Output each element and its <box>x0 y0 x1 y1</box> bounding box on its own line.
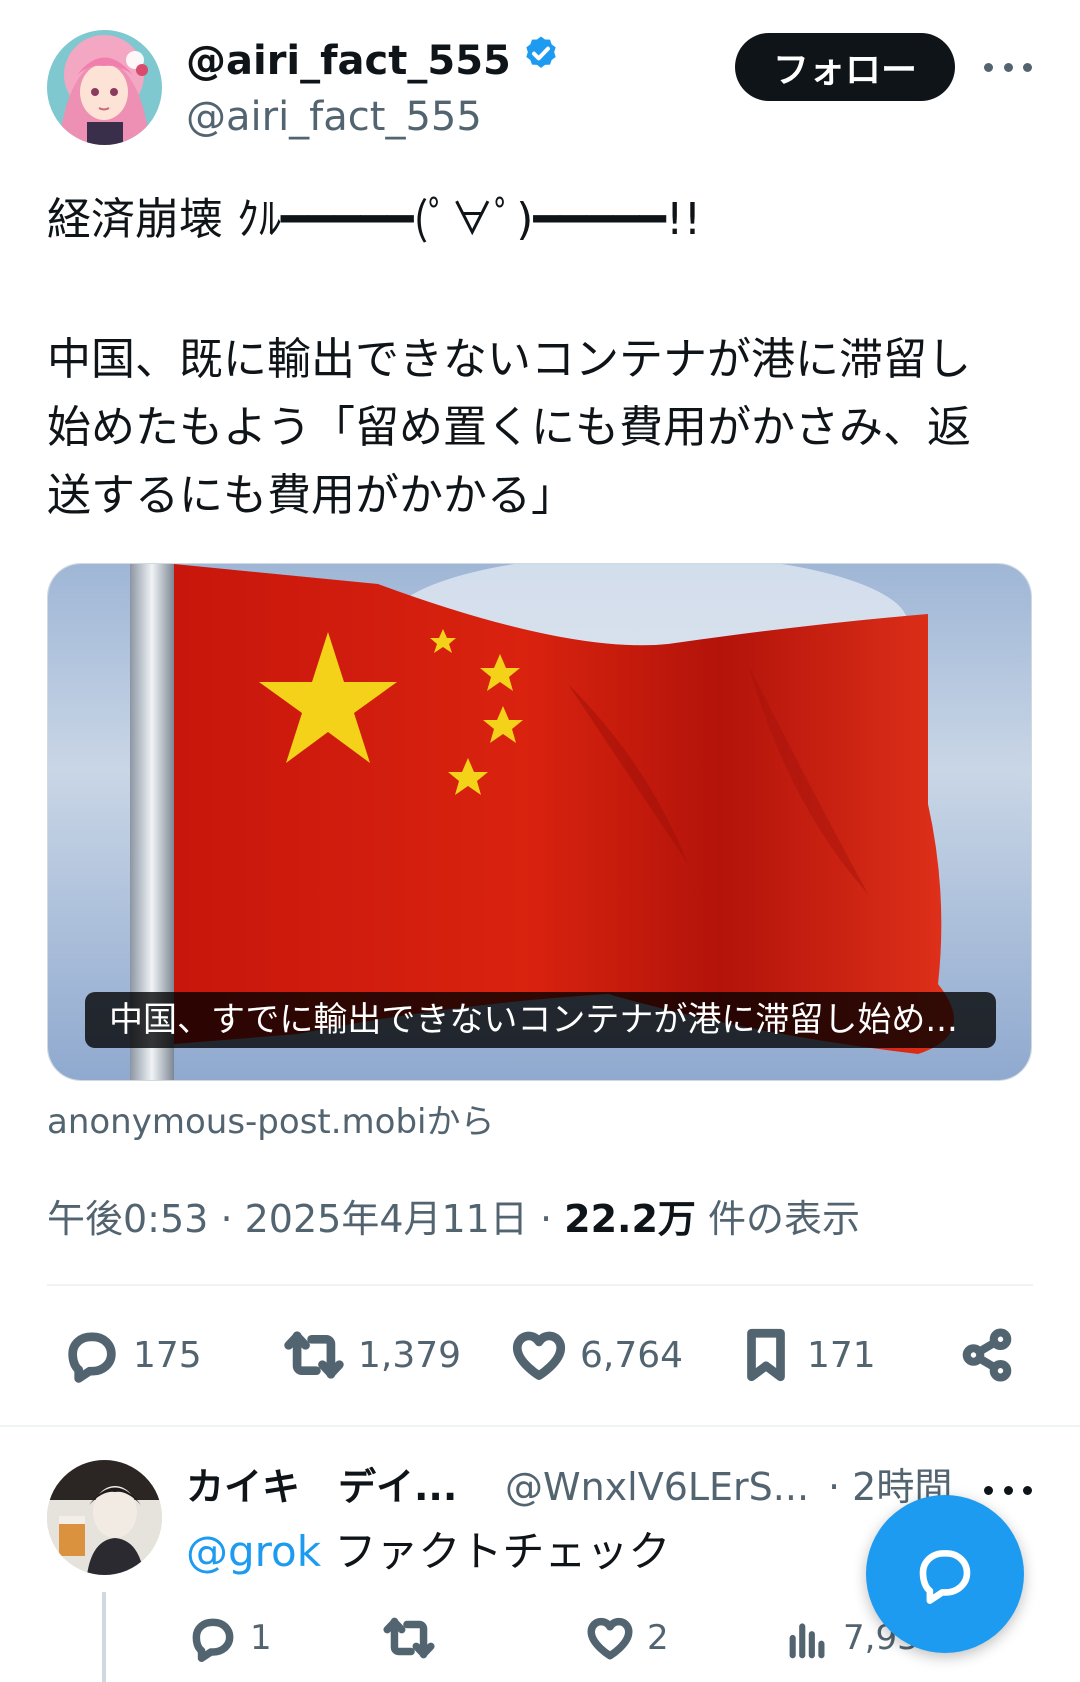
bookmark-button[interactable]: 171 <box>737 1326 876 1384</box>
reply-like-button[interactable]: 2 <box>585 1613 669 1663</box>
tweet-text-line-3: 始めたもよう「留め置くにも費用がかさみ、返 <box>47 402 971 453</box>
more-options-icon[interactable] <box>984 57 1032 77</box>
tweet-text-line-4: 送するにも費用がかかる」 <box>47 470 575 521</box>
reply-count: 175 <box>133 1334 202 1376</box>
heart-icon <box>512 1331 566 1380</box>
tweet-time[interactable]: 午後0:53 <box>47 1197 208 1241</box>
reply-retweet-button[interactable] <box>382 1613 448 1663</box>
heart-icon <box>587 1617 633 1660</box>
reply-avatar[interactable] <box>47 1460 162 1575</box>
reply-mention[interactable]: @grok <box>186 1527 321 1576</box>
share-icon <box>962 1328 1012 1382</box>
analytics-icon <box>789 1623 825 1659</box>
bookmark-count: 171 <box>807 1334 876 1376</box>
reply-reply-button[interactable]: 1 <box>188 1613 272 1663</box>
bookmark-icon <box>747 1328 785 1382</box>
chat-bubble-icon <box>919 1550 971 1604</box>
divider <box>47 1284 1033 1286</box>
retweet-icon <box>284 1331 344 1379</box>
reply-display-name[interactable]: カイキ デイ... <box>186 1462 457 1512</box>
retweet-button[interactable]: 1,379 <box>282 1326 461 1384</box>
retweet-icon <box>383 1617 435 1659</box>
reply-icon <box>192 1618 234 1662</box>
like-button[interactable]: 6,764 <box>510 1326 683 1384</box>
card-caption: 中国、すでに輸出できないコンテナが港に滞留し始め... <box>85 992 996 1048</box>
reply-like-count: 2 <box>647 1618 669 1658</box>
compose-button[interactable] <box>866 1495 1024 1653</box>
tweet-date[interactable]: 2025年4月11日 <box>245 1197 528 1241</box>
meta-separator: · <box>220 1197 245 1241</box>
follow-button[interactable]: フォロー <box>735 33 955 101</box>
author-display-name[interactable]: @airi_fact_555 <box>186 35 511 87</box>
like-count: 6,764 <box>580 1334 684 1376</box>
tweet-text-line-1: 経済崩壊 ｸﾙ━━━━━(ﾟ∀ﾟ)━━━━━!! <box>47 194 702 245</box>
reply-handle[interactable]: @WnxlV6LErS... <box>505 1462 809 1512</box>
thread-line <box>102 1592 106 1682</box>
author-display-name-row[interactable]: @airi_fact_555 <box>186 34 561 87</box>
meta-separator: · <box>539 1197 565 1241</box>
reply-text: @grok ファクトチェック <box>186 1524 670 1580</box>
author-handle[interactable]: @airi_fact_555 <box>186 92 482 142</box>
link-card[interactable]: 中国、すでに輸出できないコンテナが港に滞留し始め... <box>47 563 1032 1081</box>
verified-badge-icon <box>521 34 561 87</box>
reply-icon <box>68 1332 116 1383</box>
share-button[interactable] <box>960 1326 1014 1384</box>
views-label: 件の表示 <box>707 1197 860 1241</box>
reply-button[interactable]: 175 <box>63 1326 202 1384</box>
retweet-count: 1,379 <box>358 1334 462 1376</box>
reply-reply-count: 1 <box>250 1618 272 1658</box>
card-source[interactable]: anonymous-post.mobiから <box>47 1094 495 1143</box>
divider <box>0 1425 1080 1427</box>
author-avatar[interactable] <box>47 30 162 145</box>
reply-more-options-icon[interactable] <box>984 1480 1032 1500</box>
reply-body: ファクトチェック <box>321 1527 671 1576</box>
tweet-text-line-2: 中国、既に輸出できないコンテナが港に滞留し <box>47 334 971 385</box>
views-count: 22.2万 <box>564 1197 696 1241</box>
tweet-meta: 午後0:53 · 2025年4月11日 · 22.2万 件の表示 <box>47 1188 860 1243</box>
